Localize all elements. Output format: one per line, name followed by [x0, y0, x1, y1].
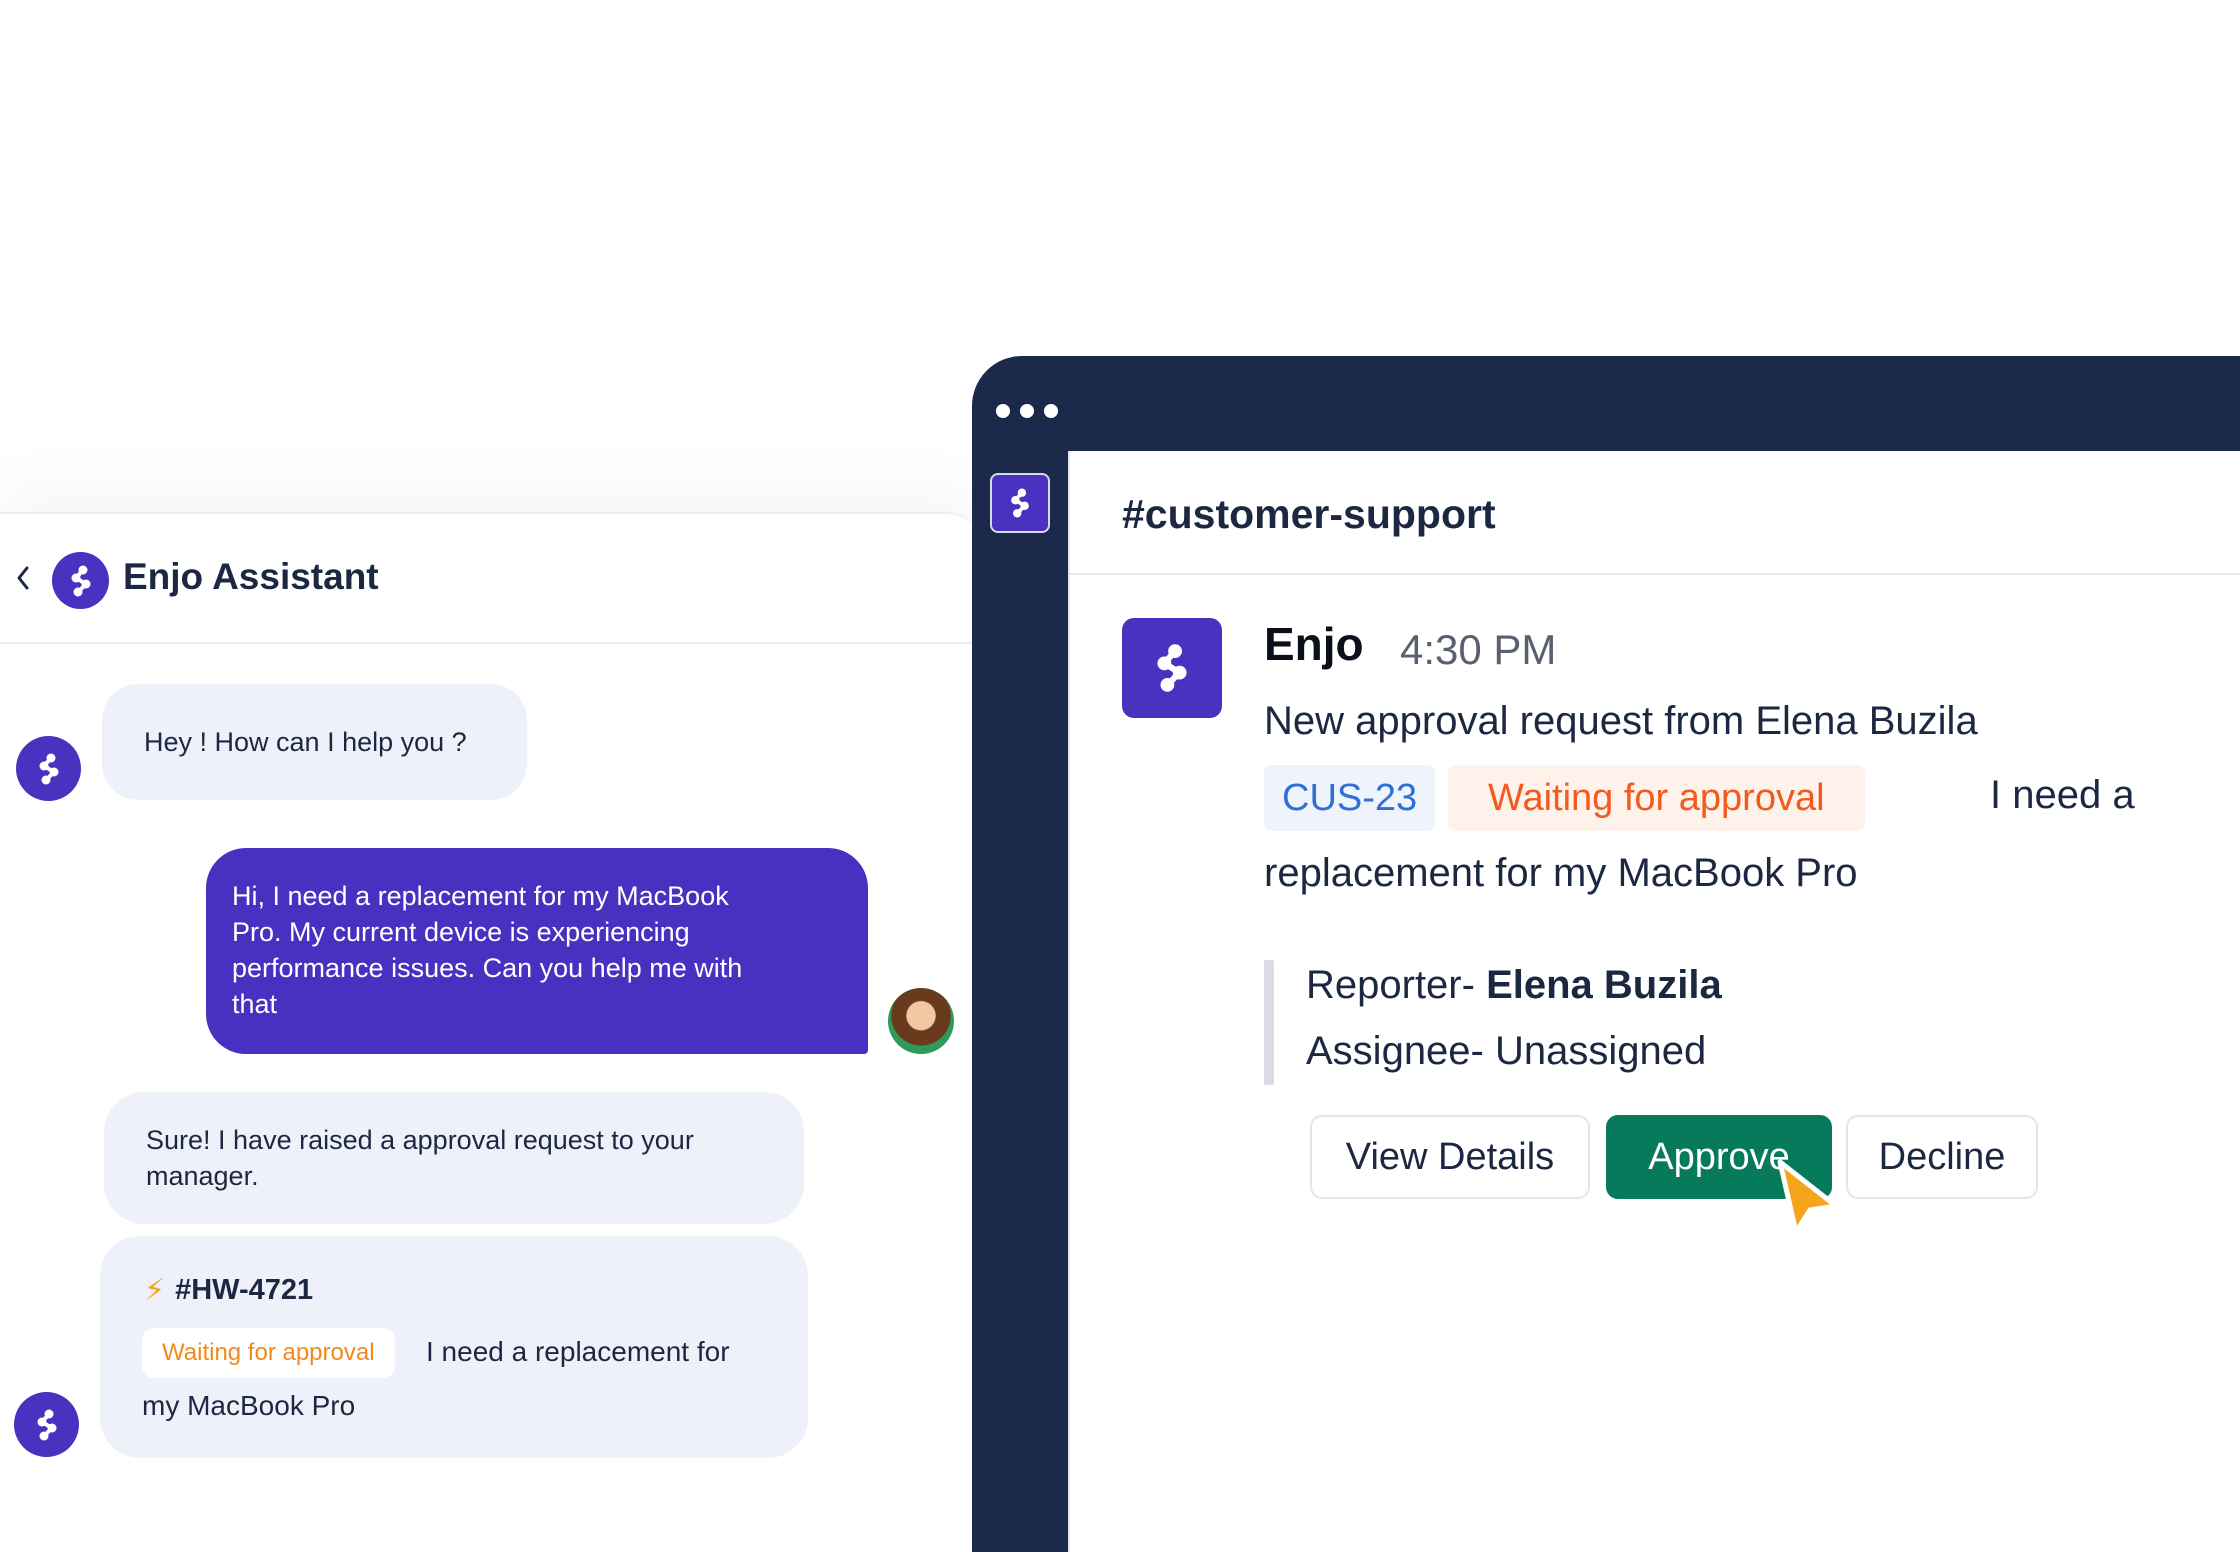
dot	[996, 404, 1010, 418]
app-window: #customer-support Enjo 4:30 PM New appro…	[972, 356, 2240, 1552]
enjo-logo-icon	[1157, 644, 1187, 692]
bot-avatar	[14, 1392, 79, 1457]
reporter-label: Reporter-	[1306, 963, 1475, 1007]
channel-header: #customer-support	[1070, 451, 2240, 575]
message-text: New approval request from Elena Buzila	[1264, 699, 1978, 743]
enjo-logo-icon	[39, 753, 58, 784]
sender-name[interactable]: Enjo	[1264, 617, 1364, 671]
ticket-id-text: #HW-4721	[175, 1274, 314, 1306]
message-line: performance issues. Can you help me with	[232, 953, 743, 983]
assignee-field: Assignee- Unassigned	[1306, 1029, 1707, 1073]
window-menu-dots[interactable]	[996, 404, 1058, 418]
mouse-cursor-icon	[1777, 1159, 1839, 1235]
message-text: Hey ! How can I help you ?	[144, 727, 467, 757]
ticket-description: I need a replacement for	[426, 1336, 730, 1367]
message-line: Hi, I need a replacement for my MacBook	[232, 881, 729, 911]
ticket-id-chip[interactable]: CUS-23	[1264, 765, 1436, 831]
sender-avatar[interactable]	[1122, 618, 1222, 718]
reporter-field: Reporter- Elena Buzila	[1306, 963, 1722, 1008]
channel-pane: #customer-support Enjo 4:30 PM New appro…	[1068, 451, 2240, 1552]
view-details-button[interactable]: View Details	[1310, 1115, 1590, 1199]
bot-avatar	[16, 736, 81, 801]
user-avatar	[888, 988, 954, 1054]
workspace-icon[interactable]	[990, 473, 1050, 533]
chat-header: Enjo Assistant	[0, 514, 986, 644]
message-line: that	[232, 989, 278, 1019]
message-timestamp: 4:30 PM	[1400, 626, 1557, 673]
dot	[1044, 404, 1058, 418]
status-badge: Waiting for approval	[142, 1328, 395, 1378]
back-button[interactable]	[8, 560, 38, 596]
assistant-title: Enjo Assistant	[123, 556, 379, 597]
enjo-logo-icon	[37, 1409, 56, 1440]
lightning-bolt-icon: ⚡	[144, 1274, 166, 1307]
ticket-id: ⚡ #HW-4721	[144, 1273, 313, 1308]
reporter-name: Elena Buzila	[1486, 963, 1722, 1007]
chevron-left-icon	[17, 566, 29, 590]
channel-name: #customer-support	[1122, 491, 1496, 537]
quote-bar	[1264, 960, 1274, 1085]
message-line: manager.	[146, 1161, 259, 1191]
status-badge: Waiting for approval	[1448, 765, 1865, 831]
bot-message: Sure! I have raised a approval request t…	[104, 1092, 804, 1224]
message-text: replacement for my MacBook Pro	[1264, 851, 1858, 895]
enjo-logo-icon	[1011, 488, 1029, 518]
message-line: Pro. My current device is experiencing	[232, 917, 690, 947]
decline-button[interactable]: Decline	[1846, 1115, 2038, 1199]
user-message: Hi, I need a replacement for my MacBook …	[206, 848, 868, 1054]
dot	[1020, 404, 1034, 418]
enjo-logo-icon	[71, 565, 90, 596]
message-text: I need a	[1990, 773, 2135, 817]
bot-message: Hey ! How can I help you ?	[102, 684, 527, 800]
message-line: Sure! I have raised a approval request t…	[146, 1125, 694, 1155]
assistant-avatar	[52, 552, 109, 609]
ticket-description: my MacBook Pro	[142, 1390, 356, 1421]
